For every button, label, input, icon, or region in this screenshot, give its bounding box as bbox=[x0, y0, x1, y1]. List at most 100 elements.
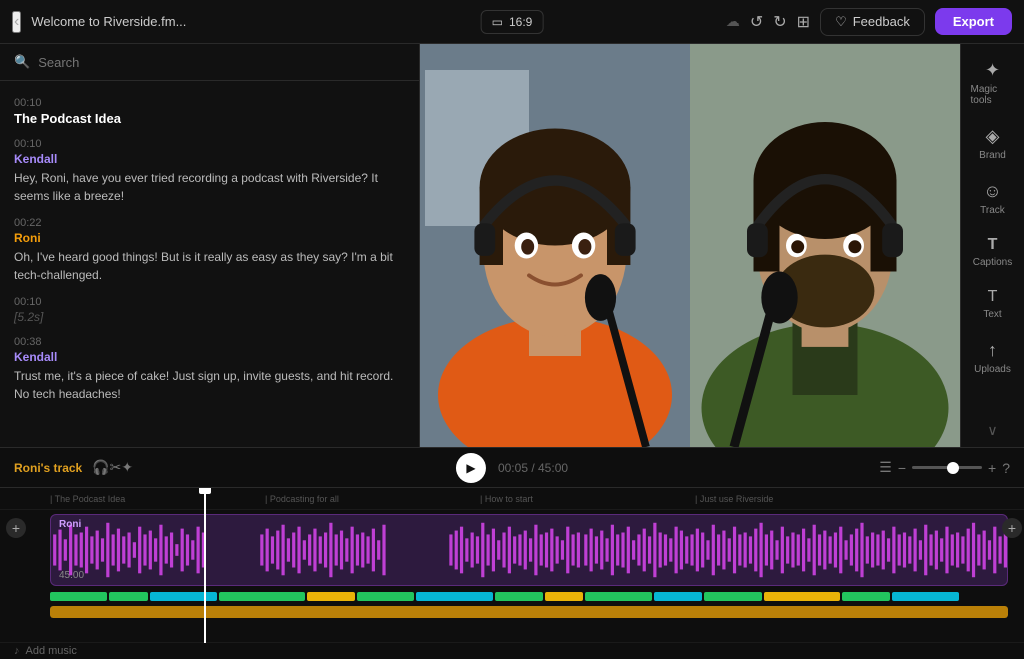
project-title: Welcome to Riverside.fm... bbox=[31, 14, 716, 29]
text-icon: T bbox=[988, 288, 998, 306]
timeline-header: Roni's track 🎧 ✂ ✦ ▶ 00:05 / 45:00 ☰ − +… bbox=[0, 448, 1024, 488]
waveform-svg: // Generate waveform in SVG via rects — … bbox=[51, 515, 1007, 585]
sidebar-expand-chevron[interactable]: ∨ bbox=[987, 422, 997, 439]
sidebar-label-captions: Captions bbox=[973, 257, 1012, 268]
sidebar-label-text: Text bbox=[983, 309, 1001, 320]
caption-block bbox=[545, 592, 583, 601]
aspect-ratio-selector[interactable]: ▭ 16:9 bbox=[481, 10, 544, 34]
search-icon: 🔍 bbox=[14, 54, 30, 70]
caption-block bbox=[892, 592, 959, 601]
sidebar-item-magic-tools[interactable]: ✦ Magic tools bbox=[965, 52, 1021, 114]
caption-block bbox=[219, 592, 305, 601]
total-time: 45:00 bbox=[538, 461, 568, 475]
audio-track-label: Roni bbox=[59, 519, 81, 530]
heart-icon: ♡ bbox=[835, 14, 847, 30]
add-music-row: ♪ Add music bbox=[0, 643, 1024, 659]
music-track[interactable] bbox=[50, 606, 1008, 618]
transcript-block-3: 00:22 Roni Oh, I've heard good things! B… bbox=[0, 211, 419, 290]
sidebar-label-uploads: Uploads bbox=[974, 364, 1011, 375]
transcript-text-3: Trust me, it's a piece of cake! Just sig… bbox=[14, 367, 405, 403]
ruler-mark-2: | Podcasting for all bbox=[265, 494, 339, 504]
caption-block bbox=[842, 592, 890, 601]
magic-tools-icon: ✦ bbox=[985, 60, 1000, 81]
search-bar: 🔍 bbox=[0, 44, 419, 81]
transcript-block-5: 00:38 Kendall Trust me, it's a piece of … bbox=[0, 330, 419, 409]
magic-clip-button[interactable]: ✦ bbox=[121, 459, 133, 476]
uploads-icon: ↑ bbox=[988, 340, 997, 361]
video-panel bbox=[420, 44, 960, 447]
undo-button[interactable]: ↺ bbox=[750, 12, 763, 32]
caption-block bbox=[307, 592, 355, 601]
transcript-block-4: 00:10 [5.2s] bbox=[0, 290, 419, 330]
caption-block bbox=[150, 592, 217, 601]
transcript-block-2: 00:10 Kendall Hey, Roni, have you ever t… bbox=[0, 132, 419, 211]
headphones-button[interactable]: 🎧 bbox=[92, 459, 109, 476]
caption-block bbox=[50, 592, 107, 601]
music-note-icon: ♪ bbox=[14, 645, 20, 657]
audio-track-roni[interactable]: Roni 45:00 // Generate waveform in SVG v… bbox=[50, 514, 1008, 586]
track-name-label: Roni's track bbox=[14, 461, 82, 475]
play-button[interactable]: ▶ bbox=[456, 453, 486, 483]
video-right bbox=[690, 44, 960, 447]
export-button[interactable]: Export bbox=[935, 8, 1012, 35]
feedback-button[interactable]: ♡ Feedback bbox=[820, 8, 925, 36]
sidebar-label-brand: Brand bbox=[979, 150, 1006, 161]
sidebar-item-uploads[interactable]: ↑ Uploads bbox=[965, 332, 1021, 383]
sidebar-label-magic-tools: Magic tools bbox=[971, 84, 1015, 106]
music-fill bbox=[50, 606, 1008, 618]
topbar-center-controls: ▭ 16:9 bbox=[481, 10, 544, 34]
track-icon: ☺ bbox=[983, 181, 1001, 202]
redo-button[interactable]: ↻ bbox=[773, 12, 786, 32]
time-display: 00:05 / 45:00 bbox=[498, 461, 568, 475]
current-time: 00:05 bbox=[498, 461, 528, 475]
ruler-mark-4: | Just use Riverside bbox=[695, 494, 773, 504]
speaker-roni-1: Roni bbox=[14, 231, 405, 245]
help-button[interactable]: ? bbox=[1002, 460, 1010, 476]
timestamp-2: 00:10 bbox=[14, 138, 405, 150]
timestamp-5: 00:38 bbox=[14, 336, 405, 348]
caption-block bbox=[764, 592, 841, 601]
sidebar-item-track[interactable]: ☺ Track bbox=[965, 173, 1021, 224]
caption-block bbox=[585, 592, 652, 601]
transcript-panel: 🔍 00:10 The Podcast Idea 00:10 Kendall H… bbox=[0, 44, 420, 447]
timestamp-1: 00:10 bbox=[14, 97, 405, 109]
aspect-ratio-label: 16:9 bbox=[509, 15, 532, 29]
scissors-button[interactable]: ✂ bbox=[110, 459, 122, 476]
transcript-content: 00:10 The Podcast Idea 00:10 Kendall Hey… bbox=[0, 81, 419, 447]
sidebar-item-brand[interactable]: ◈ Brand bbox=[965, 118, 1021, 169]
timeline-menu-button[interactable]: ☰ bbox=[879, 459, 892, 476]
video-left bbox=[420, 44, 690, 447]
speaker-kendall-1: Kendall bbox=[14, 152, 405, 166]
sidebar-label-track: Track bbox=[980, 205, 1005, 216]
transcript-text-2: Oh, I've heard good things! But is it re… bbox=[14, 248, 405, 284]
transcript-block-1: 00:10 The Podcast Idea bbox=[0, 91, 419, 132]
zoom-in-button[interactable]: + bbox=[988, 460, 996, 476]
caption-block bbox=[416, 592, 493, 601]
topbar-right-controls: ↺ ↻ ⊞ ♡ Feedback Export bbox=[750, 8, 1012, 36]
track-area: | The Podcast Idea | Podcasting for all … bbox=[0, 488, 1024, 643]
caption-block bbox=[109, 592, 147, 601]
timestamp-3: 00:22 bbox=[14, 217, 405, 229]
zoom-out-button[interactable]: − bbox=[898, 460, 906, 476]
ruler-mark-3: | How to start bbox=[480, 494, 533, 504]
add-track-right-button[interactable]: + bbox=[1002, 518, 1022, 538]
ruler-mark-1: | The Podcast Idea bbox=[50, 494, 125, 504]
add-music-label[interactable]: Add music bbox=[26, 645, 77, 657]
tracks-body: + Roni 45:00 // Generate waveform in SVG… bbox=[0, 510, 1024, 618]
zoom-slider[interactable] bbox=[912, 466, 982, 469]
playhead bbox=[204, 488, 206, 643]
sidebar-item-text[interactable]: T Text bbox=[965, 280, 1021, 328]
cloud-icon: ☁ bbox=[726, 13, 740, 30]
timestamp-4: 00:10 bbox=[14, 296, 405, 308]
sidebar-item-captions[interactable]: T Captions bbox=[965, 228, 1021, 276]
section-title-1: The Podcast Idea bbox=[14, 111, 405, 126]
grid-button[interactable]: ⊞ bbox=[797, 12, 810, 32]
search-input[interactable] bbox=[38, 55, 405, 70]
add-track-left-button[interactable]: + bbox=[6, 518, 26, 538]
caption-block bbox=[654, 592, 702, 601]
caption-block bbox=[495, 592, 543, 601]
right-sidebar: ✦ Magic tools ◈ Brand ☺ Track T Captions… bbox=[960, 44, 1024, 447]
gap-marker: [5.2s] bbox=[14, 310, 405, 324]
caption-block bbox=[357, 592, 414, 601]
back-button[interactable]: ‹ bbox=[12, 11, 21, 33]
